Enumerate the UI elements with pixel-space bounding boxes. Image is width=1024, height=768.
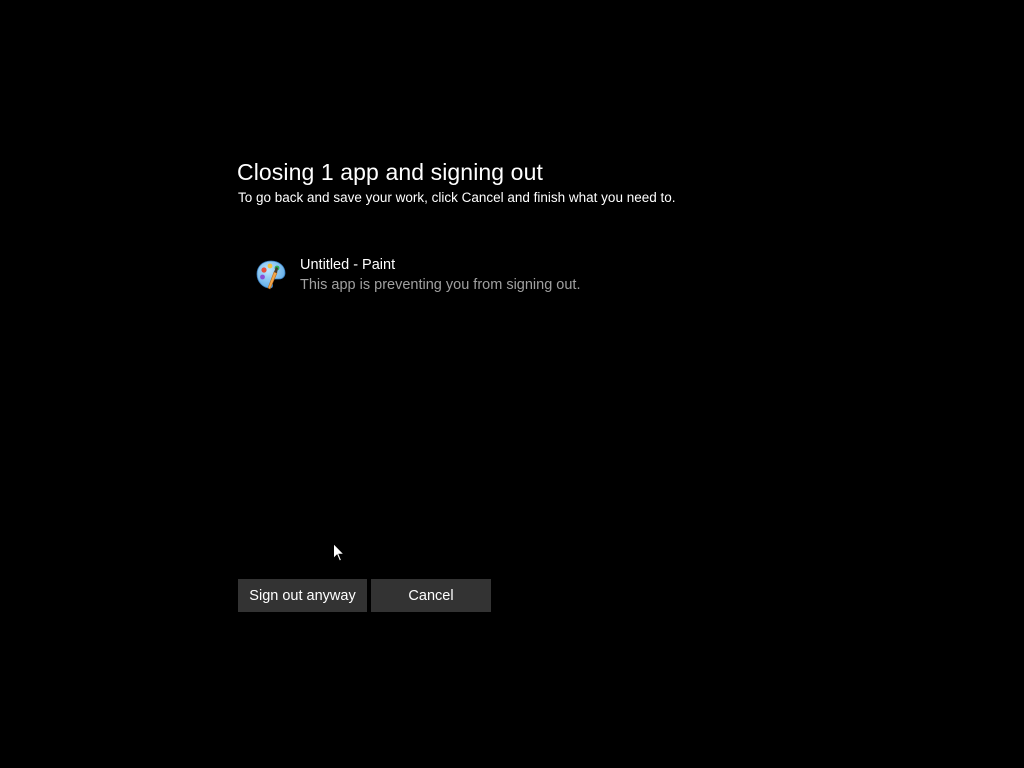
cancel-button[interactable]: Cancel — [371, 579, 491, 612]
paint-palette-icon — [254, 258, 288, 292]
page-title: Closing 1 app and signing out — [237, 159, 543, 185]
sign-out-anyway-button[interactable]: Sign out anyway — [238, 579, 367, 612]
page-subtitle: To go back and save your work, click Can… — [238, 190, 676, 205]
app-name: Untitled - Paint — [300, 257, 396, 273]
signout-screen: Closing 1 app and signing out To go back… — [0, 0, 1024, 768]
blocking-app-item: Untitled - Paint This app is preventing … — [254, 256, 754, 300]
app-description: This app is preventing you from signing … — [300, 277, 581, 293]
mouse-cursor-icon — [333, 542, 346, 562]
